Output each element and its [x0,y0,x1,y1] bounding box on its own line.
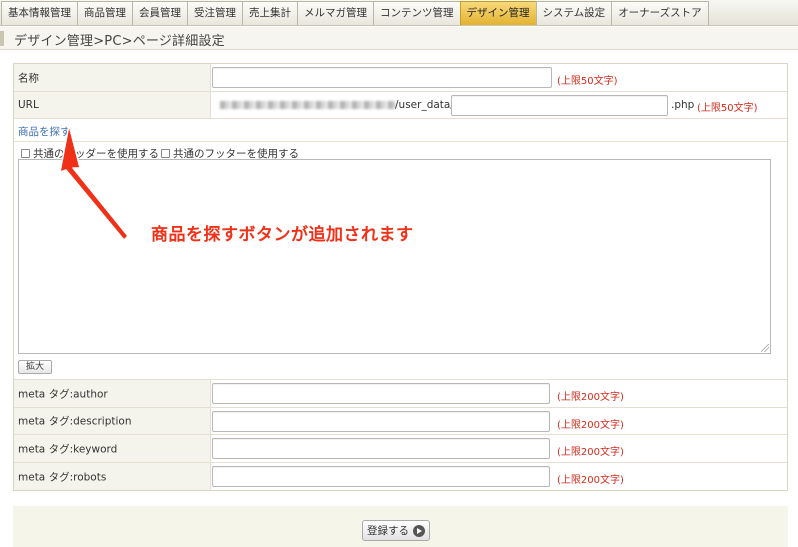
name-limit: (上限50文字) [557,76,618,87]
submit-label: 登録する [367,525,409,537]
arrow-right-icon [413,524,425,537]
search-product-link[interactable]: 商品を探す [18,124,71,139]
tab-sales[interactable]: 売上集計 [242,1,298,25]
meta-robots-row: meta タグ:robots (上限200文字) [14,463,787,490]
url-label: URL [18,99,39,111]
tab-contents[interactable]: コンテンツ管理 [373,1,461,25]
url-filename-input[interactable] [451,95,668,116]
template-row: 商品を探す 共通のヘッダーを使用する 共通のフッターを使用する 拡大 [14,119,787,380]
annotation-callout: 商品を探すボタンが追加されます [151,225,414,245]
meta-author-limit: (上限200文字) [557,392,624,403]
tab-basic-info[interactable]: 基本情報管理 [1,1,78,25]
name-label: 名称 [18,72,39,84]
tab-design[interactable]: デザイン管理 [459,1,537,25]
tab-owners-store[interactable]: オーナーズストア [611,1,709,25]
template-textarea[interactable] [18,159,771,354]
meta-author-label: meta タグ:author [18,388,108,400]
footer-bar: 登録する [13,506,788,547]
redacted-url-prefix [220,101,396,109]
url-limit: (上限50文字) [697,103,758,114]
meta-keyword-row: meta タグ:keyword (上限200文字) [14,435,787,463]
breadcrumb-accent [0,31,4,46]
name-input[interactable] [212,67,552,88]
expand-button[interactable]: 拡大 [18,360,52,374]
meta-author-row: meta タグ:author (上限200文字) [14,380,787,408]
meta-keyword-limit: (上限200文字) [557,447,624,458]
tab-orders[interactable]: 受注管理 [187,1,243,25]
name-row: 名称 (上限50文字) [14,64,787,92]
page-detail-form: 名称 (上限50文字) URL /user_data/ .php (上限50文字… [13,63,788,491]
meta-robots-input[interactable] [212,466,550,487]
meta-description-label: meta タグ:description [18,415,132,428]
checkbox-icon [161,149,170,158]
breadcrumb-bar: デザイン管理>PC>ページ詳細設定 [0,27,798,50]
url-prefix: /user_data/ [395,99,454,111]
url-row: URL /user_data/ .php (上限50文字) [14,92,787,119]
tab-system[interactable]: システム設定 [535,1,613,25]
meta-robots-limit: (上限200文字) [557,475,624,486]
checkbox-icon [21,149,30,158]
submit-button[interactable]: 登録する [362,520,430,541]
top-navigation: 基本情報管理 商品管理 会員管理 受注管理 売上集計 メルマガ管理 コンテンツ管… [0,0,798,26]
breadcrumb: デザイン管理>PC>ページ詳細設定 [14,34,225,49]
meta-robots-label: meta タグ:robots [18,471,107,483]
tab-products[interactable]: 商品管理 [77,1,133,25]
resize-grip-icon[interactable] [761,344,769,352]
meta-keyword-label: meta タグ:keyword [18,443,118,455]
tab-members[interactable]: 会員管理 [132,1,188,25]
url-suffix: .php [671,99,695,111]
meta-description-limit: (上限200文字) [557,420,624,431]
tab-mail-magazine[interactable]: メルマガ管理 [297,1,374,25]
meta-author-input[interactable] [212,383,550,404]
meta-description-input[interactable] [212,411,550,432]
meta-description-row: meta タグ:description (上限200文字) [14,408,787,435]
meta-keyword-input[interactable] [212,438,550,459]
